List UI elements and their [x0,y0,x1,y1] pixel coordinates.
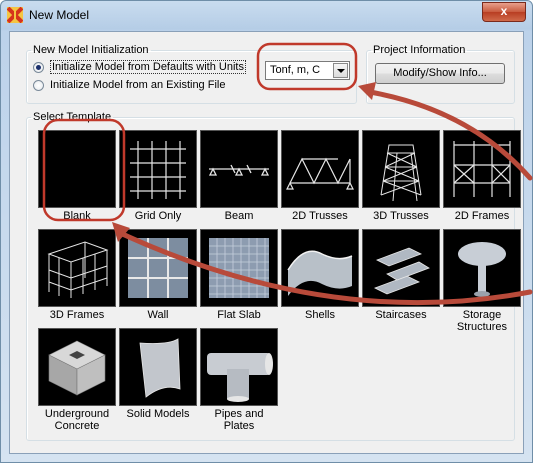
frame-2d-icon [443,130,521,208]
grid-icon [119,130,197,208]
title-bar[interactable]: New Model x [1,1,532,29]
radio-existing[interactable] [33,79,44,91]
template-label: Staircases [375,309,427,321]
shell-icon [281,229,359,307]
units-dropdown[interactable]: Tonf, m, C [265,61,350,80]
initialization-legend: New Model Initialization [33,44,149,56]
truss-3d-icon [362,130,440,208]
close-button[interactable]: x [482,2,526,22]
template-label: 3D Trusses [373,210,429,222]
template-label: Storage Structures [456,309,508,333]
window-title: New Model [29,8,90,22]
chevron-down-icon[interactable] [333,63,348,78]
dialog-body: New Model Initialization Initialize Mode… [9,31,524,454]
template-label: Beam [224,210,254,222]
units-value: Tonf, m, C [270,64,321,76]
radio-existing-row[interactable]: Initialize Model from an Existing File [33,78,225,92]
template-label: 2D Trusses [292,210,348,222]
pipe-icon [200,328,278,406]
flat-slab-icon [200,229,278,307]
template-label: Wall [147,309,169,321]
radio-defaults-row[interactable]: Initialize Model from Defaults with Unit… [33,60,246,74]
solid-icon [119,328,197,406]
template-label: Underground Concrete [44,408,110,432]
truss-2d-icon [281,130,359,208]
radio-defaults[interactable] [33,61,44,73]
staircase-icon [362,229,440,307]
frame-3d-icon [38,229,116,307]
template-label: Grid Only [134,210,182,222]
template-label: 2D Frames [454,210,510,222]
new-model-dialog: New Model x New Model Initialization Ini… [0,0,533,463]
blank-icon [38,130,116,208]
template-label: Shells [305,309,335,321]
template-label: Flat Slab [217,309,261,321]
underground-icon [38,328,116,406]
template-label: Solid Models [126,408,190,420]
project-info-legend: Project Information [373,44,466,56]
app-logo-icon [7,7,23,23]
beam-icon [200,130,278,208]
radio-defaults-label: Initialize Model from Defaults with Unit… [50,60,246,74]
select-template-legend: Select Template [33,111,112,123]
template-label: Blank [63,210,91,222]
radio-existing-label: Initialize Model from an Existing File [50,79,226,91]
template-label: 3D Frames [49,309,105,321]
modify-show-info-button[interactable]: Modify/Show Info... [375,63,505,84]
wall-icon [119,229,197,307]
template-label: Pipes and Plates [214,408,264,432]
storage-icon [443,229,521,307]
